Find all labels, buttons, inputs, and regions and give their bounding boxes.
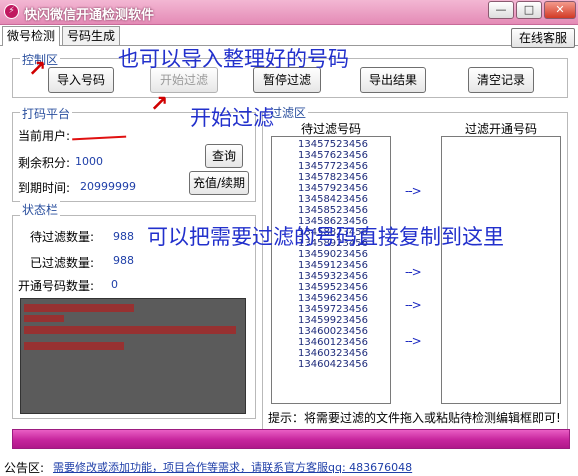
filtered-count-value: 988: [113, 254, 134, 267]
points-value: 1000: [75, 155, 103, 168]
pending-numbers-textarea[interactable]: 13457523456 13457623456 13457723456 1345782…: [271, 136, 391, 404]
pending-number-item: 13459523456: [298, 282, 368, 293]
pending-count-value: 988: [113, 230, 134, 243]
export-results-button[interactable]: 导出结果: [360, 67, 426, 93]
log-panel: [20, 298, 246, 414]
filter-area-label: 过滤区: [268, 104, 309, 121]
window-title: 快闪微信开通检测软件: [24, 8, 155, 23]
transfer-arrow: -->: [405, 334, 422, 348]
pending-number-item: 13459123456: [298, 260, 368, 271]
log-line: [24, 315, 64, 322]
notice-link[interactable]: 需要修改或添加功能，项目合作等需求，请联系官方客服qq: 483676048: [53, 459, 412, 475]
platform-label: 打码平台: [20, 105, 73, 122]
transfer-arrow: -->: [405, 298, 422, 312]
progress-bar: [12, 429, 570, 449]
pending-number-item: 13457623456: [298, 150, 368, 161]
red-arrow-icon: ↗: [28, 57, 47, 82]
pending-number-item: 13457723456: [298, 161, 368, 172]
pending-number-item: 13457823456: [298, 172, 368, 183]
minimize-button[interactable]: —: [488, 1, 514, 19]
transfer-arrow: -->: [405, 265, 422, 279]
red-arrow-icon: ↗: [150, 92, 169, 117]
transfer-arrow: -->: [405, 184, 422, 198]
pending-count-label: 待过滤数量:: [30, 230, 95, 244]
status-label: 状态栏: [20, 201, 61, 218]
opened-count-label: 开通号码数量:: [18, 279, 95, 293]
pending-number-item: 13457523456: [298, 139, 368, 150]
pending-number-item: 13460123456: [298, 337, 368, 348]
opened-numbers-header: 过滤开通号码: [465, 122, 538, 136]
log-line: [24, 304, 134, 312]
import-numbers-button[interactable]: 导入号码: [48, 67, 114, 93]
pending-numbers-header: 待过滤号码: [301, 122, 362, 136]
pending-number-item: 13460423456: [298, 359, 368, 370]
points-label: 剩余积分:: [18, 156, 71, 170]
filtered-count-label: 已过滤数量:: [30, 256, 95, 270]
query-button[interactable]: 查询: [205, 144, 243, 168]
notice-label: 公告区:: [4, 461, 45, 475]
expiry-label: 到期时间:: [18, 181, 71, 195]
close-button[interactable]: ✕: [544, 1, 576, 19]
online-service-button[interactable]: 在线客服: [511, 28, 575, 48]
pending-number-item: 13458423456: [298, 194, 368, 205]
annotation-start-hint: 开始过滤: [190, 106, 274, 130]
tab-number-check[interactable]: 微号检测: [2, 26, 61, 46]
pending-number-item: 13460023456: [298, 326, 368, 337]
clear-records-button[interactable]: 清空记录: [468, 67, 534, 93]
pending-number-item: 13459623456: [298, 293, 368, 304]
maximize-button[interactable]: □: [516, 1, 542, 19]
log-line: [24, 326, 236, 334]
annotation-import-hint: 也可以导入整理好的号码: [118, 47, 349, 71]
opened-count-value: 0: [111, 278, 118, 291]
annotation-paste-hint: 可以把需要过滤的号码直接复制到这里: [147, 225, 504, 249]
pending-number-item: 13457923456: [298, 183, 368, 194]
filter-hint: 提示：将需要过滤的文件拖入或粘贴待检测编辑框即可!: [268, 411, 561, 425]
expiry-value: 20999999: [80, 180, 136, 193]
opened-numbers-textarea[interactable]: [441, 136, 561, 404]
pending-number-item: 13459323456: [298, 271, 368, 282]
pending-number-item: 13459923456: [298, 315, 368, 326]
pending-number-item: 13458523456: [298, 205, 368, 216]
current-user-label: 当前用户:: [18, 129, 71, 143]
recharge-button[interactable]: 充值/续期: [189, 171, 249, 195]
pending-numbers-list: 13457523456 13457623456 13457723456 1345782…: [272, 137, 390, 370]
log-line: [24, 342, 124, 350]
tab-number-generate[interactable]: 号码生成: [62, 26, 121, 45]
pending-number-item: 13459723456: [298, 304, 368, 315]
pending-number-item: 13460323456: [298, 348, 368, 359]
app-icon: ⚡: [4, 4, 19, 19]
